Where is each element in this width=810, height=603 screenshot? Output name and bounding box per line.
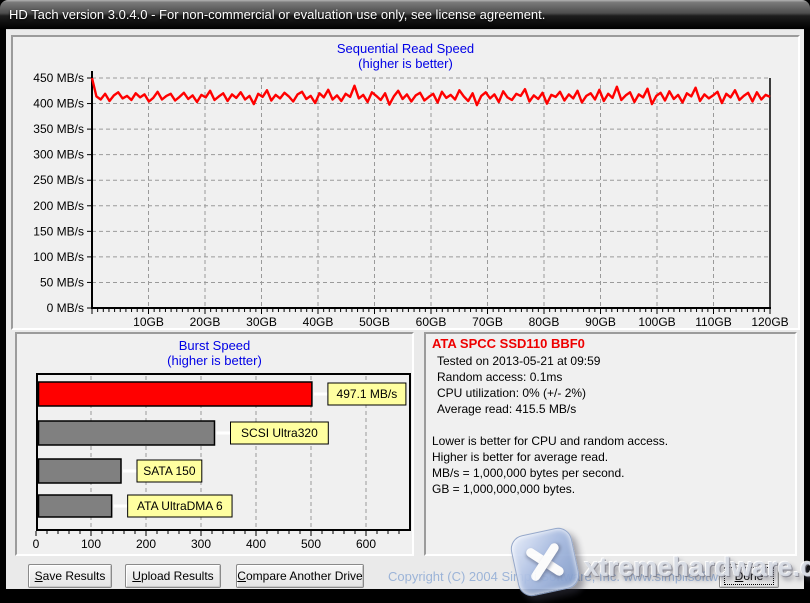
- svg-text:70GB: 70GB: [472, 315, 503, 328]
- svg-text:500: 500: [301, 537, 321, 551]
- svg-text:80GB: 80GB: [529, 315, 560, 328]
- svg-text:200 MB/s: 200 MB/s: [33, 199, 84, 213]
- svg-text:250 MB/s: 250 MB/s: [33, 173, 84, 187]
- note-mbs-definition: MB/s = 1,000,000 bytes per second.: [432, 466, 625, 480]
- bar-label: 497.1 MB/s: [337, 387, 398, 401]
- svg-text:100 MB/s: 100 MB/s: [33, 250, 84, 264]
- svg-text:30GB: 30GB: [246, 315, 277, 328]
- compare-another-drive-button[interactable]: Compare Another Drive: [236, 564, 364, 588]
- info-random-access: Random access: 0.1ms: [437, 370, 563, 384]
- note-gb-definition: GB = 1,000,000,000 bytes.: [432, 482, 576, 496]
- svg-text:120GB: 120GB: [751, 315, 788, 328]
- svg-text:150 MB/s: 150 MB/s: [33, 224, 84, 238]
- save-results-button[interactable]: Save Results: [28, 564, 112, 588]
- svg-text:0: 0: [33, 537, 40, 551]
- client-area: Sequential Read Speed (higher is better)…: [6, 29, 804, 589]
- upload-results-button[interactable]: Upload Results: [125, 564, 221, 588]
- bar-3: [37, 494, 113, 518]
- svg-text:20GB: 20GB: [190, 315, 221, 328]
- svg-text:90GB: 90GB: [585, 315, 616, 328]
- svg-text:200: 200: [136, 537, 156, 551]
- svg-text:100: 100: [81, 537, 101, 551]
- svg-text:10GB: 10GB: [133, 315, 164, 328]
- note-higher-better: Higher is better for average read.: [432, 450, 609, 464]
- svg-text:350 MB/s: 350 MB/s: [33, 122, 84, 136]
- bar-1: [37, 420, 216, 446]
- bar-label: ATA UltraDMA 6: [137, 499, 223, 513]
- svg-text:600: 600: [356, 537, 376, 551]
- drive-info-panel: ATA SPCC SSD110 BBF0 Tested on 2013-05-2…: [424, 332, 797, 556]
- svg-text:400: 400: [246, 537, 266, 551]
- info-cpu-utilization: CPU utilization: 0% (+/- 2%): [437, 386, 587, 400]
- info-average-read: Average read: 415.5 MB/s: [437, 402, 577, 416]
- svg-text:110GB: 110GB: [695, 315, 731, 328]
- svg-text:400 MB/s: 400 MB/s: [33, 97, 84, 111]
- note-lower-better: Lower is better for CPU and random acces…: [432, 434, 669, 448]
- bar-label: SCSI Ultra320: [241, 426, 318, 440]
- svg-text:300 MB/s: 300 MB/s: [33, 148, 84, 162]
- bar-label: SATA 150: [143, 464, 196, 478]
- copyright-text: Copyright (C) 2004 Simpli Software, Inc.…: [388, 569, 766, 584]
- bar-0: [37, 381, 313, 407]
- burst-speed-panel: Burst Speed (higher is better) 0 100 200 30…: [15, 332, 414, 556]
- svg-text:450 MB/s: 450 MB/s: [33, 71, 84, 85]
- svg-text:50 MB/s: 50 MB/s: [40, 275, 84, 289]
- svg-text:0 MB/s: 0 MB/s: [47, 301, 84, 315]
- title-bar[interactable]: HD Tach version 3.0.4.0 - For non-commer…: [0, 0, 810, 29]
- svg-text:40GB: 40GB: [303, 315, 334, 328]
- bar-2: [37, 458, 122, 484]
- done-button[interactable]: Done: [719, 564, 779, 588]
- svg-text:60GB: 60GB: [416, 315, 447, 328]
- svg-text:50GB: 50GB: [359, 315, 390, 328]
- burst-speed-chart: 0 100 200 300 400 500 600 497.1 MB/s SCSI Ultra3…: [33, 373, 411, 551]
- svg-text:100GB: 100GB: [638, 315, 675, 328]
- info-tested-on: Tested on 2013-05-21 at 09:59: [437, 354, 601, 368]
- sequential-read-chart: 0 MB/s 50 MB/s 100 MB/s 150 MB/s 200 MB/s 250…: [33, 71, 789, 328]
- sequential-read-panel: Sequential Read Speed (higher is better)…: [11, 35, 800, 330]
- window-title: HD Tach version 3.0.4.0 - For non-commer…: [9, 7, 546, 22]
- svg-text:300: 300: [191, 537, 211, 551]
- hdtach-window: HD Tach version 3.0.4.0 - For non-commer…: [0, 0, 810, 603]
- drive-name: ATA SPCC SSD110 BBF0: [432, 336, 585, 351]
